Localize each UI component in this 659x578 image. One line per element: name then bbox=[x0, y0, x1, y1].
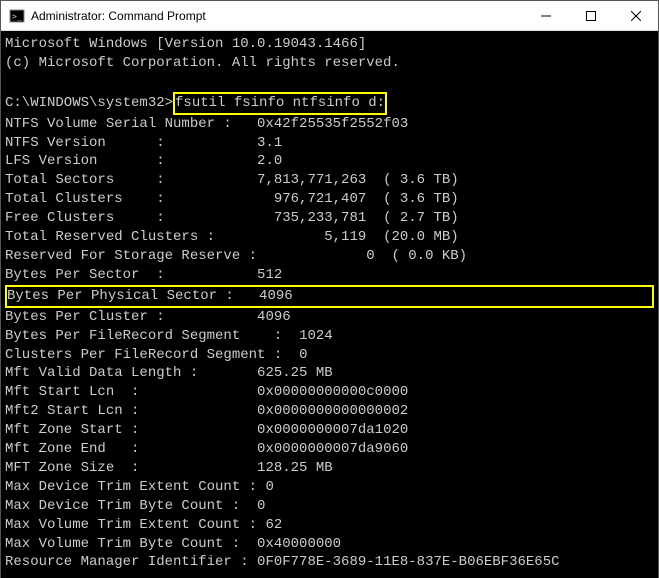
output-value: 5,119 (20.0 MB) bbox=[257, 229, 459, 245]
output-label: Bytes Per Sector : bbox=[5, 267, 257, 283]
output-value: 976,721,407 ( 3.6 TB) bbox=[257, 191, 459, 207]
command-text: fsutil fsinfo ntfsinfo d: bbox=[173, 92, 387, 115]
output-value: 735,233,781 ( 2.7 TB) bbox=[257, 210, 459, 226]
output-label: Max Device Trim Byte Count : bbox=[5, 498, 257, 514]
output-value: 512 bbox=[257, 267, 282, 283]
output-label: Total Reserved Clusters : bbox=[5, 229, 257, 245]
svg-text:>_: >_ bbox=[12, 12, 22, 21]
blank-line bbox=[5, 572, 654, 578]
prompt-path: C:\WINDOWS\system32> bbox=[5, 95, 173, 111]
output-row: Clusters Per FileRecord Segment : 0 bbox=[5, 346, 654, 365]
prompt-line: C:\WINDOWS\system32>fsutil fsinfo ntfsin… bbox=[5, 92, 654, 115]
output-row: Bytes Per Physical Sector : 4096 bbox=[5, 285, 654, 308]
output-row: Mft Valid Data Length : 625.25 MB bbox=[5, 364, 654, 383]
cmd-icon: >_ bbox=[9, 8, 25, 24]
output-value: 0x0000000007da1020 bbox=[257, 422, 408, 438]
output-row: Max Volume Trim Byte Count : 0x40000000 bbox=[5, 535, 654, 554]
output-value: 4096 bbox=[257, 309, 291, 325]
close-button[interactable] bbox=[613, 1, 658, 30]
output-value: 0x0000000000000002 bbox=[257, 403, 408, 419]
maximize-button[interactable] bbox=[568, 1, 613, 30]
output-label: LFS Version : bbox=[5, 153, 257, 169]
output-label: Total Sectors : bbox=[5, 172, 257, 188]
output-label: Bytes Per Cluster : bbox=[5, 309, 257, 325]
output-label: Mft2 Start Lcn : bbox=[5, 403, 257, 419]
window-title: Administrator: Command Prompt bbox=[31, 9, 523, 23]
output-row: Max Device Trim Byte Count : 0 bbox=[5, 497, 654, 516]
output-value: 0x42f25535f2552f03 bbox=[257, 116, 408, 132]
output-value: 128.25 MB bbox=[257, 460, 333, 476]
output-label: NTFS Volume Serial Number : bbox=[5, 116, 257, 132]
output-label: Total Clusters : bbox=[5, 191, 257, 207]
output-label: MFT Zone Size : bbox=[5, 460, 257, 476]
output-row: Bytes Per Sector : 512 bbox=[5, 266, 654, 285]
output-label: Clusters Per FileRecord Segment : bbox=[5, 347, 299, 363]
output-value: 2.0 bbox=[257, 153, 282, 169]
output-label: Bytes Per FileRecord Segment : bbox=[5, 328, 299, 344]
output-label: Mft Zone Start : bbox=[5, 422, 257, 438]
output-label: Reserved For Storage Reserve : bbox=[5, 248, 265, 264]
output-row: Reserved For Storage Reserve : 0 ( 0.0 K… bbox=[5, 247, 654, 266]
output-row: Mft2 Start Lcn : 0x0000000000000002 bbox=[5, 402, 654, 421]
blank-line bbox=[5, 73, 654, 92]
window-controls bbox=[523, 1, 658, 30]
output-row: Bytes Per FileRecord Segment : 1024 bbox=[5, 327, 654, 346]
output-row: Max Device Trim Extent Count : 0 bbox=[5, 478, 654, 497]
output-value: 7,813,771,263 ( 3.6 TB) bbox=[257, 172, 459, 188]
output-row: Total Clusters : 976,721,407 ( 3.6 TB) bbox=[5, 190, 654, 209]
output-row: Max Volume Trim Extent Count : 62 bbox=[5, 516, 654, 535]
output-row: NTFS Volume Serial Number : 0x42f25535f2… bbox=[5, 115, 654, 134]
output-label: Bytes Per Physical Sector : bbox=[7, 288, 259, 304]
output-row: NTFS Version : 3.1 bbox=[5, 134, 654, 153]
output-value: 62 bbox=[265, 517, 282, 533]
output-label: Mft Start Lcn : bbox=[5, 384, 257, 400]
output-row: Mft Zone Start : 0x0000000007da1020 bbox=[5, 421, 654, 440]
output-value: 0 bbox=[257, 498, 265, 514]
output-value: 0 bbox=[265, 479, 273, 495]
output-row: LFS Version : 2.0 bbox=[5, 152, 654, 171]
output-row: Mft Zone End : 0x0000000007da9060 bbox=[5, 440, 654, 459]
output-row: Mft Start Lcn : 0x00000000000c0000 bbox=[5, 383, 654, 402]
output-value: 0F0F778E-3689-11E8-837E-B06EBF36E65C bbox=[257, 554, 559, 570]
output-value: 1024 bbox=[299, 328, 333, 344]
output-value: 0x00000000000c0000 bbox=[257, 384, 408, 400]
output-value: 0 ( 0.0 KB) bbox=[265, 248, 467, 264]
output-value: 0 bbox=[299, 347, 307, 363]
output-row: Total Sectors : 7,813,771,263 ( 3.6 TB) bbox=[5, 171, 654, 190]
output-row: MFT Zone Size : 128.25 MB bbox=[5, 459, 654, 478]
header-line: (c) Microsoft Corporation. All rights re… bbox=[5, 54, 654, 73]
output-label: NTFS Version : bbox=[5, 135, 257, 151]
output-label: Mft Zone End : bbox=[5, 441, 257, 457]
output-row: Total Reserved Clusters : 5,119 (20.0 MB… bbox=[5, 228, 654, 247]
output-label: Max Volume Trim Extent Count : bbox=[5, 517, 265, 533]
output-row: Bytes Per Cluster : 4096 bbox=[5, 308, 654, 327]
output-value: 3.1 bbox=[257, 135, 282, 151]
terminal-output[interactable]: Microsoft Windows [Version 10.0.19043.14… bbox=[1, 31, 658, 578]
header-line: Microsoft Windows [Version 10.0.19043.14… bbox=[5, 35, 654, 54]
output-label: Max Volume Trim Byte Count : bbox=[5, 536, 257, 552]
output-value: 625.25 MB bbox=[257, 365, 333, 381]
output-label: Mft Valid Data Length : bbox=[5, 365, 257, 381]
output-row: Free Clusters : 735,233,781 ( 2.7 TB) bbox=[5, 209, 654, 228]
output-label: Max Device Trim Extent Count : bbox=[5, 479, 265, 495]
output-value: 0x0000000007da9060 bbox=[257, 441, 408, 457]
output-label: Free Clusters : bbox=[5, 210, 257, 226]
output-label: Resource Manager Identifier : bbox=[5, 554, 257, 570]
titlebar: >_ Administrator: Command Prompt bbox=[1, 1, 658, 31]
minimize-button[interactable] bbox=[523, 1, 568, 30]
output-value: 0x40000000 bbox=[257, 536, 341, 552]
output-value: 4096 bbox=[259, 288, 293, 304]
output-row: Resource Manager Identifier : 0F0F778E-3… bbox=[5, 553, 654, 572]
